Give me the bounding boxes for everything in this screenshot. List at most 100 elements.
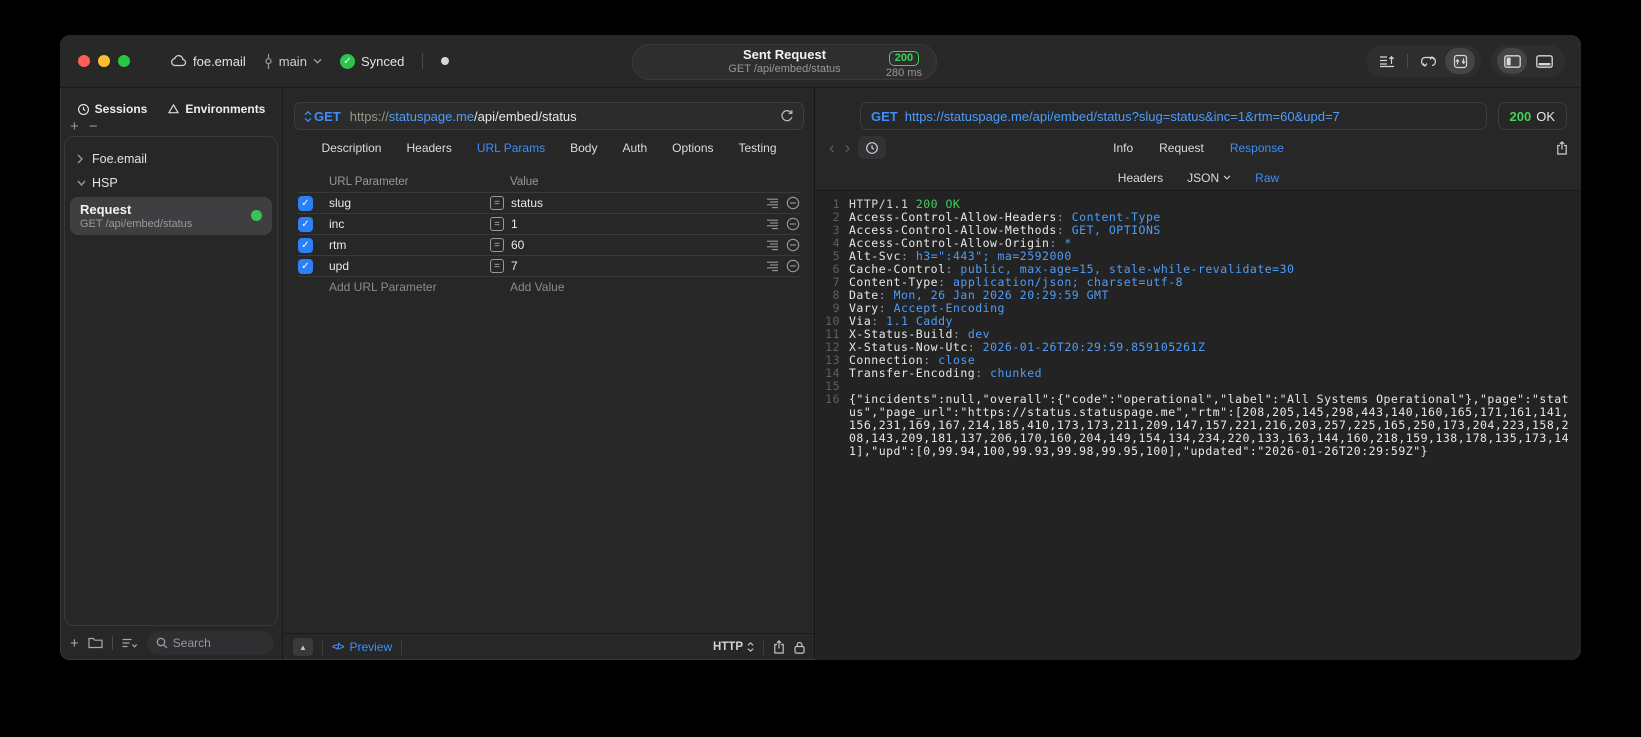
tab-url-params[interactable]: URL Params [477,141,545,155]
remove-param-button[interactable] [786,259,800,273]
header-name: Connection [849,353,931,367]
export-response-button[interactable] [1556,140,1568,155]
environments-icon [167,103,180,116]
sent-request-url-box[interactable]: GET https://statuspage.me/api/embed/stat… [860,102,1487,130]
tab-description[interactable]: Description [321,141,381,155]
header-value: Mon, 26 Jan 2026 20:29:59 GMT [893,288,1109,302]
add-session-button[interactable]: + [70,119,79,136]
format-lines-icon[interactable] [766,261,779,272]
footer-divider [322,639,323,655]
format-lines-icon[interactable] [766,198,779,209]
add-param-name-field[interactable]: Add URL Parameter [329,280,506,294]
header-name: Alt-Svc [849,249,908,263]
header-value: dev [967,327,991,341]
param-name-field[interactable]: slug [329,196,490,210]
tab-response[interactable]: Response [1230,141,1284,155]
sidebar-search[interactable] [146,631,274,655]
share-request-button[interactable] [773,640,785,654]
toolbar-divider [111,636,113,650]
tree-item-foe-email[interactable]: Foe.email [65,147,277,171]
project-switcher[interactable]: foe.email [170,54,246,69]
method-selector[interactable]: GET [314,109,341,124]
tab-options[interactable]: Options [672,141,713,155]
response-raw-console[interactable]: 1 HTTP/1.1 200 OK 2 Access-Control-Allow… [816,190,1581,660]
chevron-down-icon [77,180,86,186]
response-toolbar: ‹ › Info Request Response [816,130,1581,165]
request-method-path: GET /api/embed/status [80,218,193,230]
traffic-lights [78,55,130,67]
add-param-value-field[interactable]: Add Value [510,280,565,294]
titlebar-divider [422,53,424,69]
import-box-button[interactable] [1445,48,1475,74]
response-panel: GET https://statuspage.me/api/embed/stat… [816,88,1581,660]
layout-bottombar-button[interactable] [1529,48,1559,74]
add-request-button[interactable]: + [70,635,79,652]
export-lines-button[interactable] [1372,48,1402,74]
url-scheme: https:// [349,108,389,124]
request-summary-subtitle: GET /api/embed/status [728,63,841,76]
tab-environments[interactable]: Environments [167,102,265,116]
lock-button[interactable] [794,641,805,654]
equals-icon: = [490,196,504,210]
param-name-field[interactable]: inc [329,217,490,231]
status-badge: 200 [888,51,920,66]
tab-headers[interactable]: Headers [406,141,451,155]
param-checkbox[interactable]: ✓ [298,258,313,274]
protocol-selector[interactable]: HTTP [713,641,754,653]
remove-param-button[interactable] [786,217,800,231]
search-input[interactable] [172,636,253,650]
sync-status[interactable]: ✓ Synced [339,53,404,69]
share-icon [1557,140,1567,155]
header-name: Access-Control-Allow-Origin [849,236,1057,250]
send-request-button[interactable] [780,109,794,123]
tab-auth[interactable]: Auth [622,141,647,155]
tab-body[interactable]: Body [570,141,597,155]
tab-testing[interactable]: Testing [739,141,777,155]
new-folder-button[interactable] [88,637,103,649]
loop-button[interactable] [1413,48,1443,74]
param-value-field[interactable]: 1 [511,217,766,231]
format-lines-icon[interactable] [766,219,779,230]
header-name: Transfer-Encoding [849,366,983,380]
footer-divider [401,639,403,655]
preview-button[interactable]: </> Preview [332,640,392,654]
tree-item-hsp[interactable]: HSP [65,171,277,195]
sort-list-icon [122,638,137,648]
toolbar-group-layout [1491,45,1565,77]
sort-filter-button[interactable] [122,638,138,649]
subtab-json[interactable]: JSON [1187,171,1231,185]
close-window-button[interactable] [78,55,90,67]
refresh-icon [781,110,793,122]
param-checkbox[interactable]: ✓ [298,195,313,211]
branch-selector[interactable]: main [264,53,322,69]
param-value-field[interactable]: 7 [511,259,766,273]
param-value-field[interactable]: 60 [511,238,766,252]
param-checkbox[interactable]: ✓ [298,216,313,232]
response-status-box: 200 OK [1497,102,1567,130]
zoom-window-button[interactable] [118,55,130,67]
tab-sessions[interactable]: Sessions [77,102,147,116]
layout-sidebar-button[interactable] [1497,48,1527,74]
subtab-headers[interactable]: Headers [1118,171,1163,185]
param-name-field[interactable]: upd [329,259,490,273]
param-value-field[interactable]: status [511,196,766,210]
remove-session-button[interactable]: − [89,119,98,136]
minimize-window-button[interactable] [98,55,110,67]
column-header-name: URL Parameter [329,176,409,188]
subtab-raw[interactable]: Raw [1255,171,1279,185]
remove-circle-icon [786,217,800,231]
url-params-table: URL Parameter Value ✓ slug = status ✓ in… [284,166,814,633]
remove-param-button[interactable] [786,238,800,252]
remove-param-button[interactable] [786,196,800,210]
request-name: Request [80,202,132,217]
sidebar-request-item-selected[interactable]: Request GET /api/embed/status [70,197,272,235]
tab-request[interactable]: Request [1159,141,1204,155]
project-name: foe.email [193,53,246,69]
collapse-panel-button[interactable]: ▲ [293,638,313,656]
request-url-bar[interactable]: GET https://statuspage.me/api/embed/stat… [294,102,804,130]
param-name-field[interactable]: rtm [329,238,490,252]
param-checkbox[interactable]: ✓ [298,237,313,253]
request-summary-pill[interactable]: Sent Request GET /api/embed/status 200 2… [632,44,937,80]
tab-info[interactable]: Info [1113,141,1133,155]
format-lines-icon[interactable] [766,240,779,251]
